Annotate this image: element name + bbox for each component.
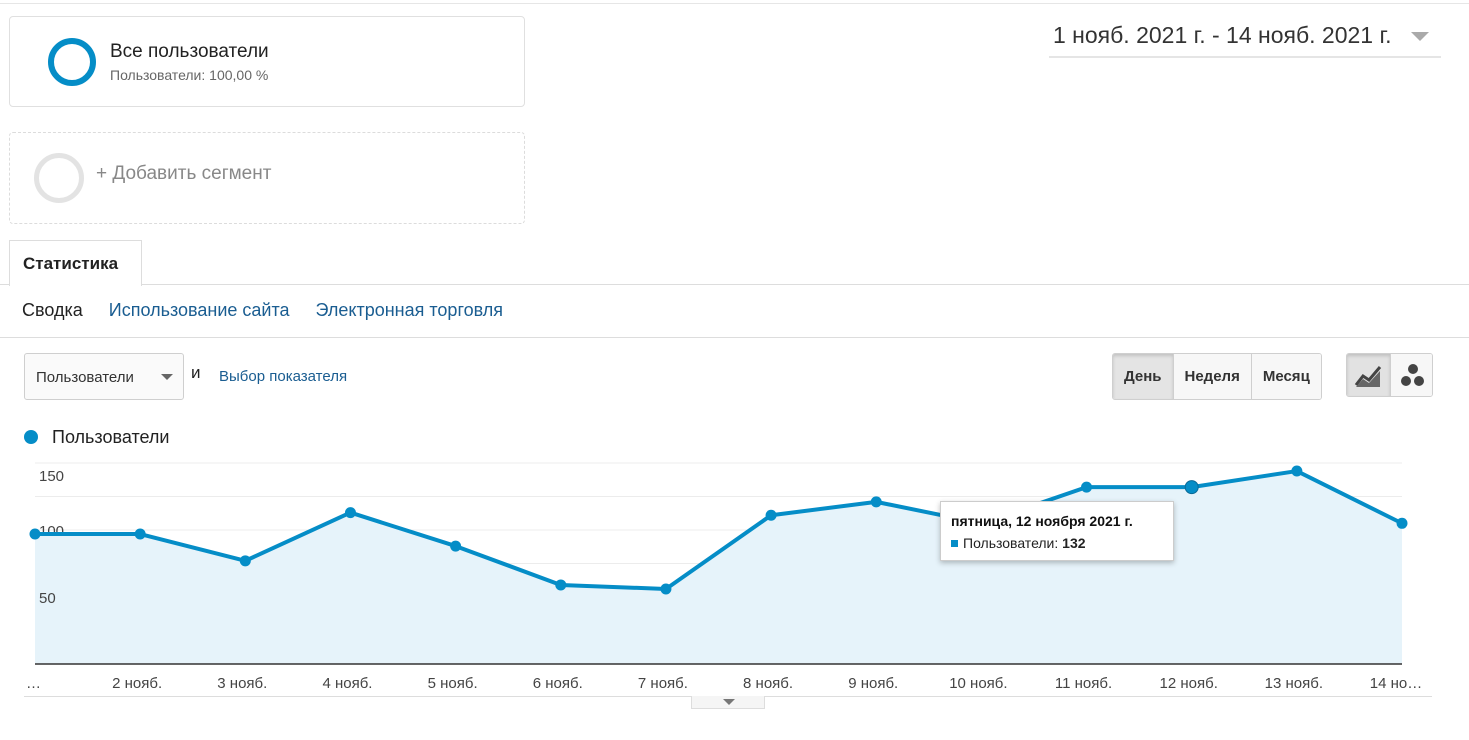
x-tick-label: 9 нояб. (848, 675, 898, 692)
x-tick-label: 5 нояб. (428, 675, 478, 692)
data-point (555, 579, 567, 591)
period-week-button[interactable]: Неделя (1172, 354, 1251, 399)
tab-divider (0, 284, 1469, 285)
data-point (239, 555, 251, 567)
x-tick-label: 2 нояб. (112, 675, 162, 692)
x-tick-label: 4 нояб. (322, 675, 372, 692)
tooltip-value-row: Пользователи: 132 (951, 535, 1173, 551)
chevron-down-icon (723, 699, 735, 705)
y-tick-label: 50 (39, 590, 56, 607)
data-point (450, 540, 462, 552)
chart-expand-handle[interactable] (691, 696, 765, 709)
chart-tooltip: пятница, 12 ноября 2021 г. Пользователи:… (940, 501, 1174, 561)
x-tick-label: 13 нояб. (1265, 675, 1323, 692)
y-tick-label: 100 (39, 523, 64, 540)
top-divider (0, 3, 1469, 4)
chevron-down-icon (161, 374, 173, 380)
x-tick-label: 10 нояб. (949, 675, 1007, 692)
line-chart-view-button[interactable] (1347, 354, 1391, 396)
period-day-button[interactable]: День (1113, 354, 1173, 399)
period-toggle: День Неделя Месяц (1112, 353, 1322, 400)
data-point (1081, 481, 1093, 493)
subnav: Сводка Использование сайта Электронная т… (22, 300, 524, 321)
tooltip-series-marker (951, 540, 958, 547)
data-point (29, 528, 41, 540)
motion-chart-view-button[interactable] (1391, 354, 1432, 396)
data-point (1396, 517, 1408, 529)
x-tick-label: 14 но… (1370, 675, 1422, 692)
x-tick-label: 6 нояб. (533, 675, 583, 692)
x-tick-label: 12 нояб. (1160, 675, 1218, 692)
tooltip-date: пятница, 12 ноября 2021 г. (951, 513, 1133, 529)
legend-marker (24, 430, 38, 444)
metric-select[interactable]: Пользователи (24, 353, 184, 400)
subnav-site-usage[interactable]: Использование сайта (109, 300, 290, 320)
chart-view-toggle (1346, 353, 1433, 397)
data-point (765, 509, 777, 521)
data-point (344, 507, 356, 519)
segment-ring-icon (48, 38, 96, 86)
tooltip-series-label: Пользователи: (963, 535, 1059, 551)
empty-segment-ring-icon (34, 153, 84, 203)
date-range-text: 1 нояб. 2021 г. - 14 нояб. 2021 г. (1053, 22, 1392, 48)
add-segment-label: + Добавить сегмент (96, 163, 272, 184)
period-month-button[interactable]: Месяц (1250, 354, 1321, 399)
tab-statistics[interactable]: Статистика (9, 240, 142, 286)
motion-chart-icon (1401, 364, 1424, 386)
subnav-summary[interactable]: Сводка (22, 300, 83, 320)
segment-all-users[interactable]: Все пользователи Пользователи: 100,00 % (9, 16, 525, 107)
x-tick-label: 11 нояб. (1055, 675, 1112, 692)
users-line-chart[interactable]: 50 100 150 … 2 нояб. 3 нояб. 4 нояб. 5 нояб. 6 н… (0, 450, 1469, 700)
subnav-ecommerce[interactable]: Электронная торговля (316, 300, 503, 320)
data-point (870, 496, 882, 508)
segment-subtitle: Пользователи: 100,00 % (110, 67, 269, 83)
choose-metric-link[interactable]: Выбор показателя (219, 368, 347, 385)
series-area (35, 471, 1402, 664)
data-point (1184, 480, 1199, 495)
line-chart-icon (1354, 366, 1382, 387)
subnav-divider (0, 337, 1469, 338)
and-label: и (191, 363, 201, 382)
date-range-picker[interactable]: 1 нояб. 2021 г. - 14 нояб. 2021 г. (1049, 20, 1441, 58)
data-point (1291, 465, 1303, 477)
metric-select-value: Пользователи (36, 369, 134, 386)
legend-label: Пользователи (52, 427, 170, 447)
y-tick-label: 150 (39, 468, 64, 485)
segment-title: Все пользователи (110, 41, 269, 62)
add-segment-card[interactable]: + Добавить сегмент (9, 132, 525, 224)
x-tick-label: 7 нояб. (638, 675, 688, 692)
data-point (134, 528, 146, 540)
x-tick-label: 3 нояб. (217, 675, 267, 692)
x-tick-label: 8 нояб. (743, 675, 793, 692)
tooltip-value: 132 (1062, 535, 1086, 551)
chevron-down-icon (1411, 32, 1429, 41)
x-tick-label: … (26, 675, 41, 692)
data-point (660, 583, 672, 595)
